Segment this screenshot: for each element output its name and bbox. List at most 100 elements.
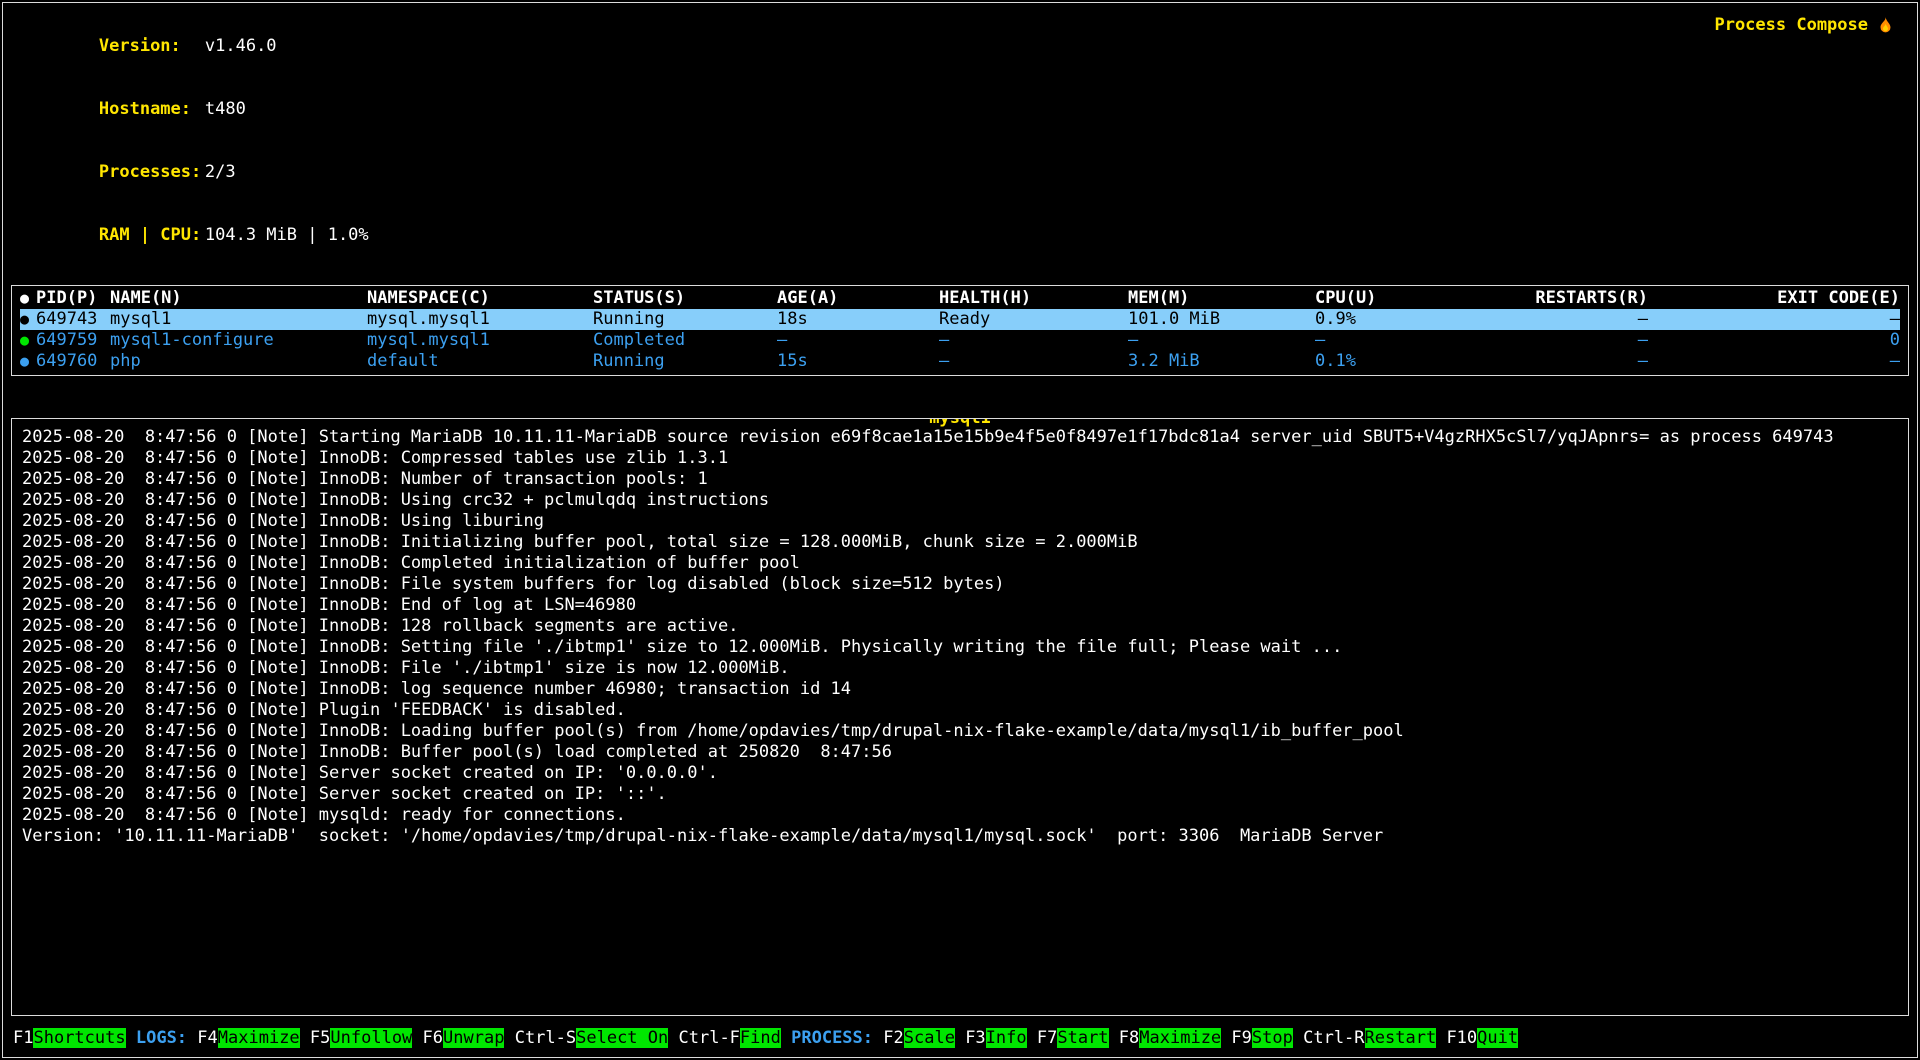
log-line: 2025-08-20 8:47:56 0 [Note] InnoDB: End … bbox=[22, 595, 1898, 616]
app-title: Process Compose bbox=[1714, 15, 1903, 36]
process-name: php bbox=[110, 351, 367, 372]
process-cpu: 0.9% bbox=[1315, 309, 1452, 330]
shortcut-key-f8: F8 bbox=[1119, 1028, 1139, 1048]
table-header-row: ● PID(P) NAME(N) NAMESPACE(C) STATUS(S) … bbox=[20, 288, 1900, 309]
app-title-text: Process Compose bbox=[1714, 15, 1868, 36]
process-status: Running bbox=[593, 351, 777, 372]
process-cpu: 0.1% bbox=[1315, 351, 1452, 372]
shortcut-key-f5: F5 bbox=[310, 1028, 330, 1048]
log-line: 2025-08-20 8:47:56 0 [Note] Server socke… bbox=[22, 763, 1898, 784]
process-name: mysql1 bbox=[110, 309, 367, 330]
shortcut-shortcuts-button[interactable]: Shortcuts bbox=[33, 1028, 125, 1048]
process-age: 15s bbox=[777, 351, 939, 372]
log-line: 2025-08-20 8:47:56 0 [Note] InnoDB: log … bbox=[22, 679, 1898, 700]
ram-cpu-value: 104.3 MiB | 1.0% bbox=[205, 225, 369, 245]
footer-section-logs: LOGS: bbox=[136, 1028, 187, 1048]
process-health: Ready bbox=[939, 309, 1128, 330]
log-line: 2025-08-20 8:47:56 0 [Note] InnoDB: Comp… bbox=[22, 448, 1898, 469]
processes-label: Processes: bbox=[99, 162, 205, 183]
shortcut-restart-button[interactable]: Restart bbox=[1365, 1028, 1437, 1048]
log-line: 2025-08-20 8:47:56 0 [Note] mysqld: read… bbox=[22, 805, 1898, 826]
log-line: 2025-08-20 8:47:56 0 [Note] InnoDB: File… bbox=[22, 658, 1898, 679]
process-pid: 649759 bbox=[36, 330, 110, 351]
process-row[interactable]: ● 649743 mysql1 mysql.mysql1 Running 18s… bbox=[20, 309, 1900, 330]
process-name: mysql1-configure bbox=[110, 330, 367, 351]
log-line: Version: '10.11.11-MariaDB' socket: '/ho… bbox=[22, 826, 1898, 847]
log-line: 2025-08-20 8:47:56 0 [Note] InnoDB: Numb… bbox=[22, 469, 1898, 490]
shortcut-unwrap-button[interactable]: Unwrap bbox=[443, 1028, 504, 1048]
ram-cpu-info: RAM | CPU:104.3 MiB | 1.0% bbox=[17, 204, 369, 267]
shortcut-key-f2: F2 bbox=[883, 1028, 903, 1048]
shortcut-key-f4: F4 bbox=[197, 1028, 217, 1048]
log-panel-title: mysql1 bbox=[927, 418, 992, 429]
process-status: Completed bbox=[593, 330, 777, 351]
shortcut-scale-button[interactable]: Scale bbox=[904, 1028, 955, 1048]
column-header-mem: MEM(M) bbox=[1128, 288, 1315, 309]
hostname-info: Hostname:t480 bbox=[17, 78, 369, 141]
shortcut-key-f7: F7 bbox=[1037, 1028, 1057, 1048]
process-exit-code: – bbox=[1648, 351, 1900, 372]
process-row[interactable]: ● 649759 mysql1-configure mysql.mysql1 C… bbox=[20, 330, 1900, 351]
processes-info: Processes:2/3 bbox=[17, 141, 369, 204]
process-restarts: – bbox=[1452, 351, 1648, 372]
shortcut-unfollow-button[interactable]: Unfollow bbox=[330, 1028, 412, 1048]
column-header-exit-code: EXIT CODE(E) bbox=[1648, 288, 1900, 309]
process-mem: 101.0 MiB bbox=[1128, 309, 1315, 330]
log-line: 2025-08-20 8:47:56 0 [Note] Starting Mar… bbox=[22, 427, 1898, 448]
shortcut-maximize-button[interactable]: Maximize bbox=[218, 1028, 300, 1048]
process-pid: 649760 bbox=[36, 351, 110, 372]
process-health: – bbox=[939, 351, 1128, 372]
shortcut-key-ctrl-s: Ctrl-S bbox=[515, 1028, 576, 1048]
process-exit-code: 0 bbox=[1648, 330, 1900, 351]
log-line: 2025-08-20 8:47:56 0 [Note] InnoDB: Usin… bbox=[22, 490, 1898, 511]
log-line: 2025-08-20 8:47:56 0 [Note] InnoDB: Comp… bbox=[22, 553, 1898, 574]
log-line: 2025-08-20 8:47:56 0 [Note] InnoDB: Load… bbox=[22, 721, 1898, 742]
shortcut-start-button[interactable]: Start bbox=[1057, 1028, 1108, 1048]
shortcut-key-ctrl-r: Ctrl-R bbox=[1303, 1028, 1364, 1048]
column-header-health: HEALTH(H) bbox=[939, 288, 1128, 309]
process-namespace: default bbox=[367, 351, 593, 372]
shortcut-info-button[interactable]: Info bbox=[986, 1028, 1027, 1048]
shortcut-select-on-button[interactable]: Select On bbox=[576, 1028, 668, 1048]
shortcut-maximize-button[interactable]: Maximize bbox=[1139, 1028, 1221, 1048]
column-header-pid: PID(P) bbox=[36, 288, 110, 309]
shortcut-key-ctrl-f: Ctrl-F bbox=[679, 1028, 740, 1048]
system-info: Version:v1.46.0 Hostname:t480 Processes:… bbox=[17, 15, 369, 267]
shortcut-key-f3: F3 bbox=[965, 1028, 985, 1048]
process-restarts: – bbox=[1452, 309, 1648, 330]
process-namespace: mysql.mysql1 bbox=[367, 309, 593, 330]
shortcut-stop-button[interactable]: Stop bbox=[1252, 1028, 1293, 1048]
process-cpu: – bbox=[1315, 330, 1452, 351]
shortcut-key-f1: F1 bbox=[13, 1028, 33, 1048]
shortcut-quit-button[interactable]: Quit bbox=[1477, 1028, 1518, 1048]
version-label: Version: bbox=[99, 36, 205, 57]
log-line: 2025-08-20 8:47:56 0 [Note] InnoDB: Init… bbox=[22, 532, 1898, 553]
shortcut-find-button[interactable]: Find bbox=[740, 1028, 781, 1048]
version-info: Version:v1.46.0 bbox=[17, 15, 369, 78]
process-table: ● PID(P) NAME(N) NAMESPACE(C) STATUS(S) … bbox=[11, 285, 1909, 376]
process-restarts: – bbox=[1452, 330, 1648, 351]
status-dot-header: ● bbox=[20, 288, 36, 309]
header: Version:v1.46.0 Hostname:t480 Processes:… bbox=[9, 7, 1911, 267]
log-line: 2025-08-20 8:47:56 0 [Note] InnoDB: Buff… bbox=[22, 742, 1898, 763]
shortcut-key-f10: F10 bbox=[1446, 1028, 1477, 1048]
process-status-dot: ● bbox=[20, 351, 36, 372]
process-exit-code: – bbox=[1648, 309, 1900, 330]
process-rows: ● 649743 mysql1 mysql.mysql1 Running 18s… bbox=[20, 309, 1900, 372]
process-pid: 649743 bbox=[36, 309, 110, 330]
process-row[interactable]: ● 649760 php default Running 15s – 3.2 M… bbox=[20, 351, 1900, 372]
footer-section-process: PROCESS: bbox=[791, 1028, 873, 1048]
process-status-dot: ● bbox=[20, 330, 36, 351]
log-line: 2025-08-20 8:47:56 0 [Note] InnoDB: File… bbox=[22, 574, 1898, 595]
log-line: 2025-08-20 8:47:56 0 [Note] InnoDB: Usin… bbox=[22, 511, 1898, 532]
column-header-cpu: CPU(U) bbox=[1315, 288, 1452, 309]
process-mem: – bbox=[1128, 330, 1315, 351]
log-panel[interactable]: mysql1 2025-08-20 8:47:56 0 [Note] Start… bbox=[11, 418, 1909, 1016]
process-age: 18s bbox=[777, 309, 939, 330]
shortcut-key-f6: F6 bbox=[423, 1028, 443, 1048]
log-lines: 2025-08-20 8:47:56 0 [Note] Starting Mar… bbox=[22, 427, 1898, 847]
process-namespace: mysql.mysql1 bbox=[367, 330, 593, 351]
ram-cpu-label: RAM | CPU: bbox=[99, 225, 205, 246]
column-header-namespace: NAMESPACE(C) bbox=[367, 288, 593, 309]
process-health: – bbox=[939, 330, 1128, 351]
